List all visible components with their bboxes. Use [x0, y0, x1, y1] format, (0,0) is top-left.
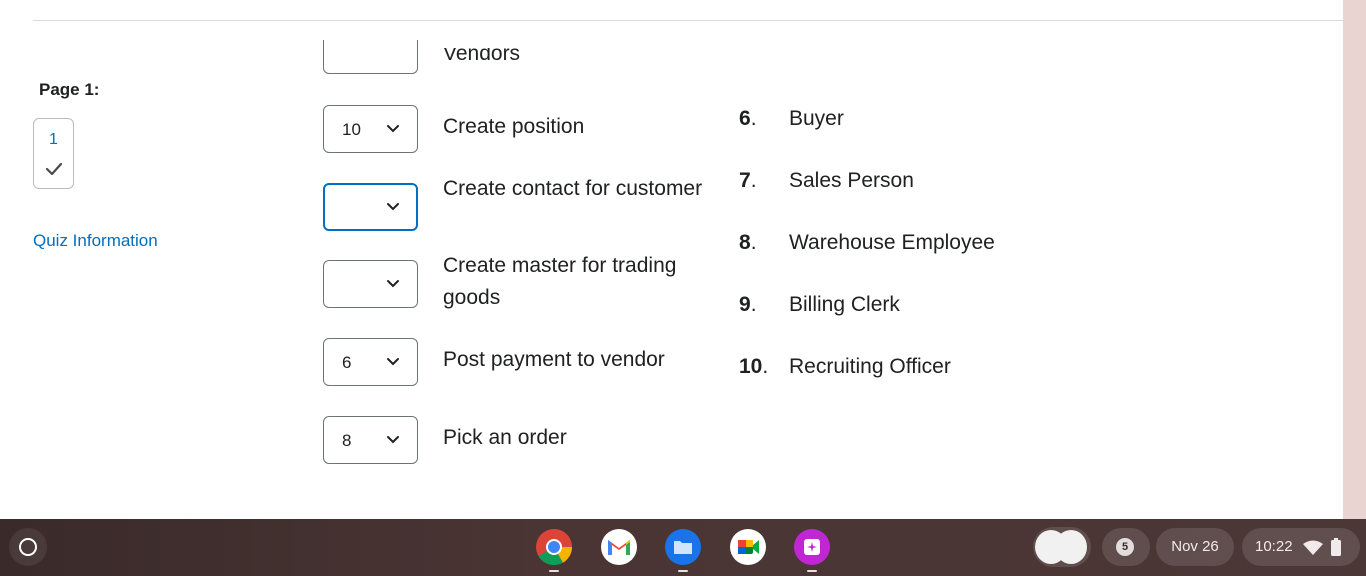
answer-select-4[interactable]: 6	[323, 338, 418, 386]
select-value: 10	[342, 120, 361, 139]
chrome-icon	[536, 529, 572, 566]
answer-select-3[interactable]	[323, 260, 418, 308]
gmail-app[interactable]	[600, 528, 638, 566]
status-tray[interactable]: 10:22	[1242, 528, 1360, 566]
chevron-down-icon	[387, 203, 399, 211]
page-tile-number: 1	[49, 131, 58, 148]
answer-label: Billing Clerk	[789, 293, 900, 316]
answer-label: Recruiting Officer	[789, 355, 951, 378]
gmail-icon	[601, 529, 637, 565]
google-meet-app[interactable]	[729, 528, 767, 566]
files-icon	[665, 529, 701, 565]
answer-label: Sales Person	[789, 169, 914, 192]
select-value: 6	[342, 353, 352, 372]
check-icon	[46, 163, 62, 175]
answer-number: 8.	[739, 231, 757, 254]
answer-label: Warehouse Employee	[789, 231, 995, 254]
running-indicator	[807, 570, 817, 572]
statement-4: Post payment to vendor	[443, 348, 665, 371]
chevron-down-icon	[387, 125, 399, 133]
holding-space-tray[interactable]	[1033, 527, 1091, 567]
quiz-content: Page 1: 1 Quiz Information Vendors 10 Cr…	[0, 0, 1343, 519]
answer-number: 7.	[739, 169, 757, 192]
answer-select-partial[interactable]	[323, 40, 418, 74]
running-indicator	[549, 570, 559, 572]
statement-2: Create contact for customer	[443, 177, 703, 200]
holding-space-thumbnail	[1055, 530, 1087, 564]
answer-number: 6.	[739, 107, 757, 130]
date-tray[interactable]: Nov 26	[1156, 528, 1234, 566]
screencast-icon	[794, 529, 830, 565]
screen: Page 1: 1 Quiz Information Vendors 10 Cr…	[0, 0, 1366, 576]
battery-icon	[1331, 538, 1341, 556]
files-app[interactable]	[664, 528, 702, 572]
answer-number: 10.	[739, 355, 769, 378]
notification-tray[interactable]: 5	[1102, 528, 1150, 566]
answer-select-2[interactable]	[323, 183, 418, 231]
chevron-down-icon	[387, 436, 399, 444]
launcher-icon	[19, 538, 37, 556]
answer-number: 9.	[739, 293, 757, 316]
taskbar: 5 Nov 26 10:22	[0, 519, 1366, 576]
launcher-button[interactable]	[9, 528, 47, 566]
answer-label: Buyer	[789, 107, 844, 130]
quiz-information-link[interactable]: Quiz Information	[33, 231, 158, 251]
chevron-down-icon	[387, 358, 399, 366]
divider	[33, 20, 1343, 21]
chevron-down-icon	[387, 280, 399, 288]
statement-partial: Vendors	[443, 48, 521, 65]
statement-3: Create master for trading goods	[443, 254, 677, 309]
notification-count-badge: 5	[1116, 538, 1134, 556]
screencast-app[interactable]	[793, 528, 831, 572]
chrome-app[interactable]	[535, 528, 573, 572]
statement-1: Create position	[443, 115, 585, 138]
answer-select-5[interactable]: 8	[323, 416, 418, 464]
wifi-icon	[1303, 540, 1323, 555]
select-value: 8	[342, 431, 352, 450]
answer-select-1[interactable]: 10	[323, 105, 418, 153]
google-meet-icon	[730, 529, 766, 565]
page-label: Page 1:	[39, 80, 100, 99]
statement-5: Pick an order	[443, 426, 567, 449]
page-tile-1[interactable]: 1	[33, 118, 74, 189]
wallpaper-edge	[1343, 0, 1366, 519]
clock-time: 10:22	[1255, 538, 1293, 555]
running-indicator	[678, 570, 688, 572]
